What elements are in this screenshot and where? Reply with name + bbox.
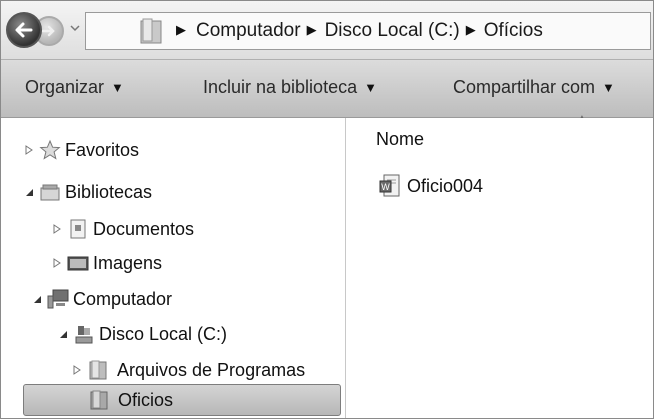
share-with-button[interactable]: Compartilhar com ▼ bbox=[453, 77, 615, 98]
file-item[interactable]: W Oficio004 bbox=[379, 174, 483, 198]
tree-item-computer[interactable]: Computador bbox=[31, 281, 172, 317]
include-label: Incluir na biblioteca bbox=[203, 77, 358, 97]
breadcrumb-disco-local[interactable]: Disco Local (C:) bbox=[325, 20, 460, 42]
breadcrumb-computador[interactable]: Computador bbox=[196, 20, 301, 42]
tree-item-documents[interactable]: Documentos bbox=[51, 211, 194, 247]
star-icon bbox=[39, 139, 61, 160]
navigation-pane: Favoritos Bibliotecas Documentos Imagens… bbox=[1, 118, 346, 418]
folder-icon bbox=[140, 18, 162, 44]
include-in-library-button[interactable]: Incluir na biblioteca ▼ bbox=[203, 77, 377, 98]
expand-arrow-icon[interactable] bbox=[51, 257, 63, 269]
hard-disk-icon bbox=[75, 326, 93, 344]
tree-label-documents: Documentos bbox=[93, 218, 195, 239]
caret-down-icon: ▼ bbox=[602, 80, 615, 95]
tree-label-libraries: Bibliotecas bbox=[65, 181, 153, 202]
file-name: Oficio004 bbox=[407, 175, 484, 196]
forward-arrow-icon bbox=[41, 25, 55, 37]
folder-icon bbox=[90, 390, 108, 410]
svg-text:W: W bbox=[381, 182, 390, 192]
tree-label-local-disk: Disco Local (C:) bbox=[99, 323, 228, 344]
library-icon bbox=[40, 184, 60, 201]
address-bar[interactable]: ▶ Computador ▶ Disco Local (C:) ▶ Ofício… bbox=[85, 12, 651, 50]
organize-label: Organizar bbox=[25, 77, 105, 97]
folder-icon bbox=[89, 360, 107, 380]
collapse-arrow-icon[interactable] bbox=[57, 328, 69, 340]
tree-item-local-disk[interactable]: Disco Local (C:) bbox=[57, 316, 227, 352]
breadcrumb: ▶ Computador ▶ Disco Local (C:) ▶ Ofício… bbox=[176, 13, 543, 49]
column-header-name[interactable]: Nome bbox=[376, 129, 424, 150]
breadcrumb-root-arrow-icon[interactable]: ▶ bbox=[176, 22, 186, 38]
collapse-arrow-icon[interactable] bbox=[23, 186, 35, 198]
recent-pages-dropdown-icon[interactable] bbox=[69, 22, 81, 34]
tree-item-libraries[interactable]: Bibliotecas bbox=[23, 174, 152, 210]
back-arrow-icon bbox=[15, 22, 33, 38]
expand-arrow-icon[interactable] bbox=[23, 144, 35, 156]
tree-item-favorites[interactable]: Favoritos bbox=[23, 132, 139, 168]
breadcrumb-separator-icon[interactable]: ▶ bbox=[307, 22, 317, 38]
tree-item-images[interactable]: Imagens bbox=[51, 245, 162, 281]
collapse-arrow-icon[interactable] bbox=[31, 293, 43, 305]
breadcrumb-oficios[interactable]: Ofícios bbox=[484, 20, 543, 42]
computer-icon bbox=[47, 289, 69, 309]
document-icon bbox=[70, 219, 86, 239]
command-bar: Organizar ▼ Incluir na biblioteca ▼ Comp… bbox=[1, 59, 653, 118]
tree-label-images: Imagens bbox=[93, 252, 163, 273]
expand-arrow-icon[interactable] bbox=[51, 223, 63, 235]
caret-down-icon: ▼ bbox=[111, 80, 124, 95]
share-label: Compartilhar com bbox=[453, 77, 596, 97]
tree-label-computer: Computador bbox=[73, 288, 173, 309]
file-list-pane: Nome W Oficio004 bbox=[346, 118, 653, 418]
tree-label-program-files: Arquivos de Programas bbox=[117, 359, 306, 380]
tree-label-oficios: Oficios bbox=[118, 389, 174, 410]
back-button[interactable] bbox=[6, 12, 42, 48]
tree-label-favorites: Favoritos bbox=[65, 139, 140, 160]
caret-down-icon: ▼ bbox=[364, 80, 377, 95]
breadcrumb-separator-icon[interactable]: ▶ bbox=[466, 22, 476, 38]
organize-button[interactable]: Organizar ▼ bbox=[25, 77, 124, 98]
image-library-icon bbox=[67, 256, 89, 271]
tree-item-program-files[interactable]: Arquivos de Programas bbox=[71, 352, 305, 388]
address-row: ▶ Computador ▶ Disco Local (C:) ▶ Ofício… bbox=[1, 1, 653, 59]
expand-arrow-icon[interactable] bbox=[71, 364, 83, 376]
tree-item-oficios[interactable]: Oficios bbox=[23, 384, 341, 416]
explorer-window: ▶ Computador ▶ Disco Local (C:) ▶ Ofício… bbox=[0, 0, 654, 419]
word-document-icon: W bbox=[379, 174, 400, 197]
